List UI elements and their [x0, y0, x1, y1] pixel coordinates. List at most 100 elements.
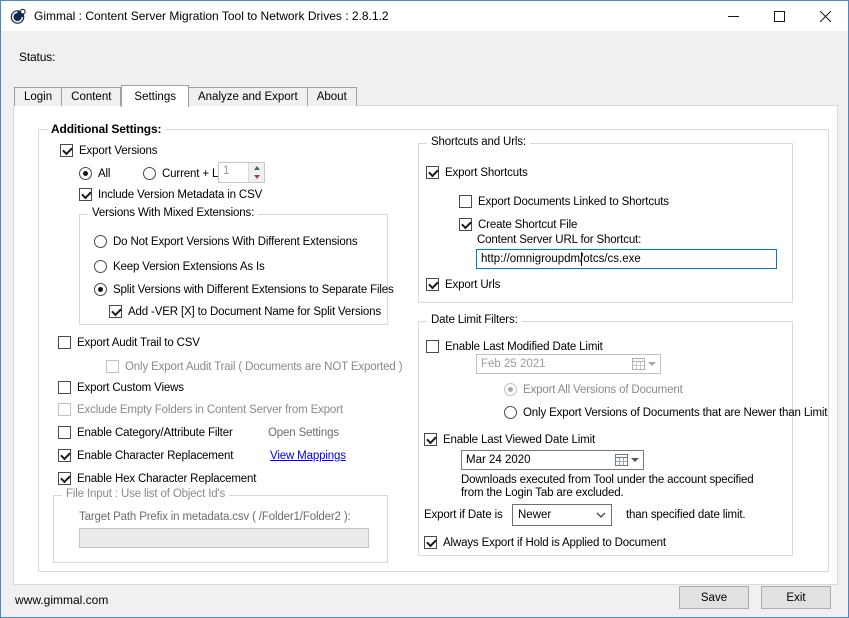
checkbox-box-icon [426, 340, 439, 353]
downloads-note-line1: Downloads executed from Tool under the a… [461, 474, 754, 487]
export-audit-trail-checkbox[interactable]: Export Audit Trail to CSV [58, 336, 200, 349]
export-docs-linked-label: Export Documents Linked to Shortcuts [478, 196, 669, 208]
modified-date-picker[interactable]: Feb 25 2021 [476, 354, 661, 374]
checkbox-box-icon [58, 472, 71, 485]
save-button[interactable]: Save [679, 586, 749, 609]
content-server-url-label: Content Server URL for Shortcut: [477, 234, 641, 246]
tab-analyze-and-export[interactable]: Analyze and Export [189, 87, 308, 106]
settings-tab-page: Additional Settings: Export Versions All… [13, 105, 838, 585]
checkbox-box-icon [109, 305, 122, 318]
date-comparison-value: Newer [518, 509, 551, 521]
viewed-date-picker[interactable]: Mar 24 2020 [461, 450, 644, 470]
enable-last-viewed-label: Enable Last Viewed Date Limit [443, 434, 595, 446]
export-versions-checkbox[interactable]: Export Versions [60, 144, 157, 157]
enable-character-replacement-checkbox[interactable]: Enable Character Replacement [58, 449, 233, 462]
stepper-down-button[interactable] [249, 173, 264, 183]
enable-category-filter-label: Enable Category/Attribute Filter [77, 427, 233, 439]
only-newer-radio[interactable]: Only Export Versions of Documents that a… [504, 406, 827, 419]
checkbox-box-icon [58, 381, 71, 394]
gimmal-site-link: www.gimmal.com [15, 593, 108, 607]
tab-login[interactable]: Login [14, 87, 62, 106]
content-server-url-input[interactable]: http://omnigroupdm/otcs/cs.exe [476, 249, 777, 269]
than-specified-label: than specified date limit. [626, 509, 745, 521]
export-custom-views-label: Export Custom Views [77, 382, 184, 394]
date-limit-filters-group: Date Limit Filters: Enable Last Modified… [418, 321, 793, 556]
downloads-note-line2: from the Login Tab are excluded. [461, 487, 754, 500]
split-versions-radio[interactable]: Split Versions with Different Extensions… [94, 283, 394, 296]
include-version-metadata-label: Include Version Metadata in CSV [98, 189, 262, 201]
tab-strip: Login Content Settings Analyze and Expor… [14, 84, 357, 106]
create-shortcut-file-checkbox[interactable]: Create Shortcut File [459, 218, 577, 231]
additional-settings-group: Additional Settings: Export Versions All… [38, 129, 829, 572]
radio-dot-icon [94, 283, 107, 296]
target-path-prefix-input[interactable] [79, 528, 369, 548]
versions-all-radio[interactable]: All [79, 167, 110, 180]
radio-dot-icon [94, 260, 107, 273]
window-frame: Gimmal : Content Server Migration Tool t… [0, 0, 849, 618]
additional-settings-title: Additional Settings: [47, 122, 165, 136]
export-versions-label: Export Versions [79, 145, 157, 157]
export-all-versions-label: Export All Versions of Document [523, 384, 683, 396]
checkbox-box-icon [60, 144, 73, 157]
version-count-stepper[interactable]: 1 [218, 162, 265, 183]
enable-last-modified-checkbox[interactable]: Enable Last Modified Date Limit [426, 340, 603, 353]
radio-dot-icon [504, 383, 517, 396]
exclude-empty-folders-checkbox[interactable]: Exclude Empty Folders in Content Server … [58, 403, 343, 416]
checkbox-box-icon [424, 536, 437, 549]
enable-character-replacement-label: Enable Character Replacement [77, 450, 233, 462]
checkbox-box-icon [459, 195, 472, 208]
view-mappings-link[interactable]: View Mappings [270, 450, 346, 462]
mixed-extensions-group: Versions With Mixed Extensions: Do Not E… [79, 214, 388, 325]
always-export-hold-checkbox[interactable]: Always Export if Hold is Applied to Docu… [424, 536, 666, 549]
export-urls-checkbox[interactable]: Export Urls [426, 278, 500, 291]
radio-dot-icon [94, 235, 107, 248]
export-shortcuts-checkbox[interactable]: Export Shortcuts [426, 166, 528, 179]
exit-button[interactable]: Exit [761, 586, 831, 609]
target-path-prefix-label: Target Path Prefix in metadata.csv ( /Fo… [79, 511, 351, 523]
enable-last-modified-label: Enable Last Modified Date Limit [445, 341, 603, 353]
stepper-up-button[interactable] [249, 163, 264, 173]
date-limit-filters-title: Date Limit Filters: [427, 314, 522, 326]
enable-category-filter-checkbox[interactable]: Enable Category/Attribute Filter [58, 426, 233, 439]
date-comparison-select[interactable]: Newer [512, 504, 612, 526]
open-settings-link[interactable]: Open Settings [268, 427, 339, 439]
shortcuts-and-urls-group: Shortcuts and Urls: Export Shortcuts Exp… [418, 143, 793, 303]
checkbox-box-icon [58, 403, 71, 416]
tab-about[interactable]: About [308, 87, 357, 106]
status-label: Status: [19, 50, 55, 64]
create-shortcut-file-label: Create Shortcut File [478, 219, 577, 231]
tab-settings-label: Settings [134, 91, 176, 103]
enable-last-viewed-checkbox[interactable]: Enable Last Viewed Date Limit [424, 433, 595, 446]
include-version-metadata-checkbox[interactable]: Include Version Metadata in CSV [79, 188, 262, 201]
enable-hex-replacement-checkbox[interactable]: Enable Hex Character Replacement [58, 472, 256, 485]
window-controls [710, 1, 848, 31]
calendar-icon [615, 454, 628, 466]
tab-settings[interactable]: Settings [121, 85, 189, 107]
app-window: Gimmal : Content Server Migration Tool t… [0, 0, 849, 618]
content-server-url-value: http://omnigroupdm/otcs/cs.exe [481, 253, 641, 265]
tab-login-label: Login [24, 91, 52, 103]
versions-all-label: All [98, 168, 110, 180]
do-not-export-versions-radio[interactable]: Do Not Export Versions With Different Ex… [94, 235, 357, 248]
export-custom-views-checkbox[interactable]: Export Custom Views [58, 381, 184, 394]
text-caret [581, 252, 582, 266]
checkbox-box-icon [79, 188, 92, 201]
tab-about-label: About [317, 91, 347, 103]
maximize-button[interactable] [756, 1, 802, 31]
export-docs-linked-checkbox[interactable]: Export Documents Linked to Shortcuts [459, 195, 669, 208]
shortcuts-and-urls-title: Shortcuts and Urls: [427, 136, 530, 148]
mixed-extensions-title: Versions With Mixed Extensions: [88, 207, 258, 219]
keep-extensions-radio[interactable]: Keep Version Extensions As Is [94, 260, 265, 273]
add-ver-checkbox[interactable]: Add -VER [X] to Document Name for Split … [109, 305, 381, 318]
tab-content[interactable]: Content [62, 87, 121, 106]
export-all-versions-radio[interactable]: Export All Versions of Document [504, 383, 683, 396]
enable-hex-replacement-label: Enable Hex Character Replacement [77, 473, 256, 485]
checkbox-box-icon [58, 426, 71, 439]
chevron-down-icon [596, 512, 606, 518]
minimize-button[interactable] [710, 1, 756, 31]
checkbox-box-icon [58, 449, 71, 462]
close-button[interactable] [802, 1, 848, 31]
only-export-audit-checkbox[interactable]: Only Export Audit Trail ( Documents are … [106, 360, 402, 373]
file-input-group: File Input : Use list of Object Id's Tar… [53, 495, 388, 563]
tab-analyze-label: Analyze and Export [198, 91, 298, 103]
